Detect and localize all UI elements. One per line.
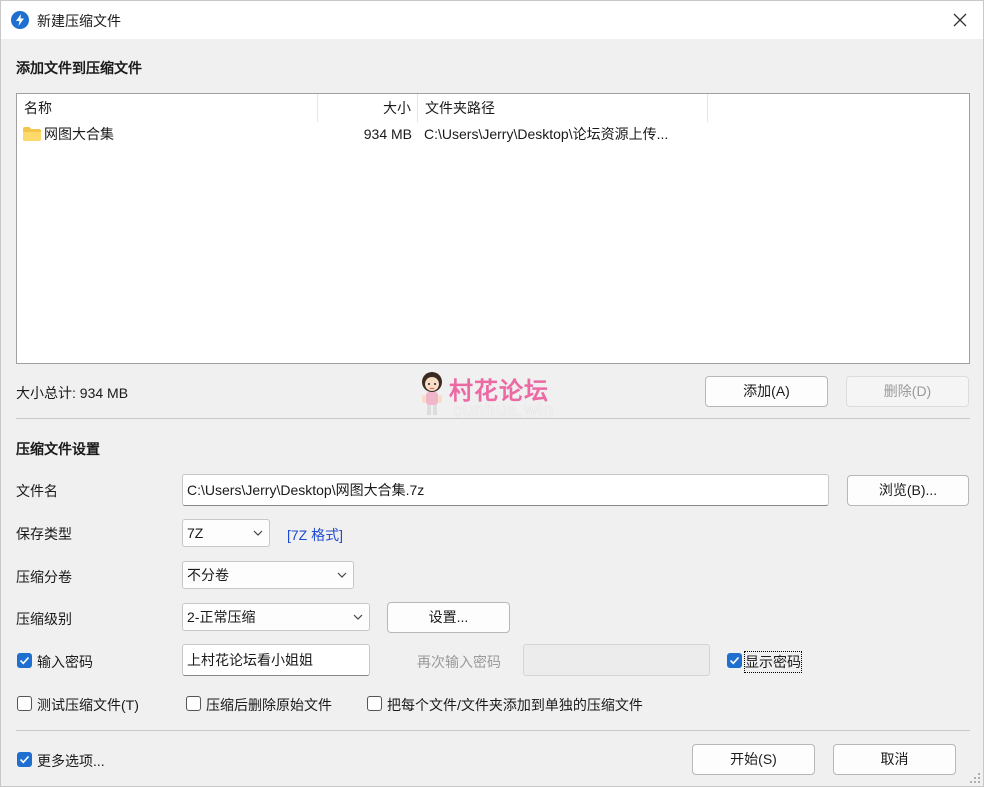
- reenter-password-label: 再次输入密码: [417, 654, 501, 670]
- folder-icon: [23, 127, 41, 141]
- file-name: 网图大合集: [44, 126, 114, 142]
- watermark-girl-image: [422, 372, 442, 415]
- level-label: 压缩级别: [16, 611, 72, 627]
- password-checkbox-label[interactable]: 输入密码: [37, 652, 93, 672]
- file-row[interactable]: 网图大合集 934 MB C:\Users\Jerry\Desktop\论坛资源…: [17, 123, 969, 145]
- divider: [16, 418, 970, 419]
- level-select[interactable]: 2-正常压缩: [182, 603, 370, 631]
- delete-after-label[interactable]: 压缩后删除原始文件: [206, 695, 332, 715]
- column-header-name[interactable]: 名称: [17, 94, 318, 122]
- files-section-title: 添加文件到压缩文件: [16, 60, 142, 76]
- separate-archives-checkbox[interactable]: [367, 696, 382, 711]
- resize-grip-icon[interactable]: [969, 772, 981, 784]
- check-icon: [19, 755, 30, 764]
- show-password-checkbox[interactable]: [727, 653, 742, 668]
- more-options-label[interactable]: 更多选项...: [37, 751, 105, 771]
- save-type-label: 保存类型: [16, 526, 72, 542]
- settings-button[interactable]: 设置...: [387, 602, 510, 633]
- close-button[interactable]: [937, 1, 983, 39]
- separate-archives-label[interactable]: 把每个文件/文件夹添加到单独的压缩文件: [387, 695, 643, 715]
- column-header-size[interactable]: 大小: [318, 94, 418, 122]
- split-value: 不分卷: [187, 567, 229, 583]
- split-select[interactable]: 不分卷: [182, 561, 354, 589]
- test-archive-checkbox[interactable]: [17, 696, 32, 711]
- settings-section-title: 压缩文件设置: [16, 441, 100, 457]
- delete-after-checkbox[interactable]: [186, 696, 201, 711]
- watermark: 村花论坛 cunhua.win: [418, 371, 578, 420]
- chevron-down-icon: [337, 572, 347, 578]
- file-size: 934 MB: [363, 126, 412, 142]
- title-bar: 新建压缩文件: [1, 1, 983, 39]
- close-icon: [953, 13, 967, 27]
- add-button[interactable]: 添加(A): [705, 376, 828, 407]
- column-header-path[interactable]: 文件夹路径: [418, 94, 708, 122]
- window-title: 新建压缩文件: [37, 13, 121, 29]
- chevron-down-icon: [253, 530, 263, 536]
- check-icon: [729, 656, 740, 665]
- test-archive-label[interactable]: 测试压缩文件(T): [37, 695, 139, 715]
- file-list[interactable]: 名称 大小 文件夹路径 网图大合集 934 MB C:\Users\Jerry\…: [16, 93, 970, 364]
- filename-input[interactable]: C:\Users\Jerry\Desktop\网图大合集.7z: [182, 474, 829, 506]
- delete-button[interactable]: 删除(D): [846, 376, 969, 407]
- split-label: 压缩分卷: [16, 569, 72, 585]
- show-password-label[interactable]: 显示密码: [744, 651, 802, 673]
- password-input[interactable]: 上村花论坛看小姐姐: [182, 644, 370, 676]
- level-value: 2-正常压缩: [187, 609, 256, 625]
- password-checkbox[interactable]: [17, 653, 32, 668]
- file-path: C:\Users\Jerry\Desktop\论坛资源上传...: [424, 126, 669, 142]
- check-icon: [19, 656, 30, 665]
- divider: [16, 730, 970, 731]
- reenter-password-input[interactable]: [523, 644, 710, 676]
- dialog-window: 新建压缩文件 添加文件到压缩文件 名称 大小 文件夹路径 网图大合集 934 M…: [0, 0, 984, 787]
- file-list-header: 名称 大小 文件夹路径: [17, 94, 969, 122]
- chevron-down-icon: [353, 614, 363, 620]
- format-link[interactable]: [7Z 格式]: [287, 525, 343, 545]
- cancel-button[interactable]: 取消: [833, 744, 956, 775]
- filename-label: 文件名: [16, 483, 58, 499]
- app-icon: [11, 11, 29, 29]
- save-type-value: 7Z: [187, 525, 204, 541]
- save-type-select[interactable]: 7Z: [182, 519, 270, 547]
- more-options-checkbox[interactable]: [17, 752, 32, 767]
- size-total: 大小总计: 934 MB: [16, 385, 129, 401]
- start-button[interactable]: 开始(S): [692, 744, 815, 775]
- browse-button[interactable]: 浏览(B)...: [847, 475, 969, 506]
